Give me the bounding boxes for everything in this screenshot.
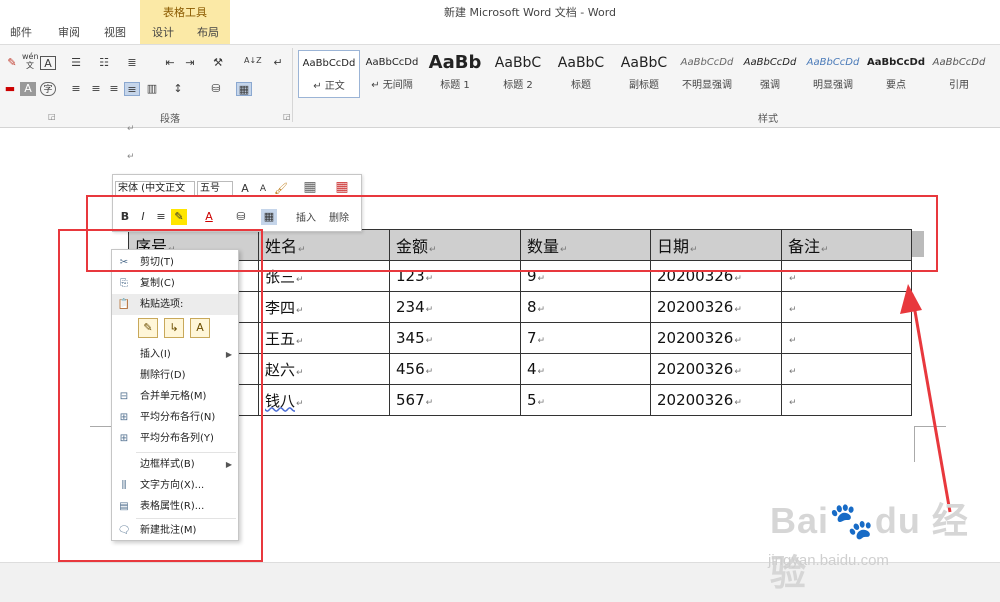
style-name: 副标题	[629, 80, 659, 91]
table-cell[interactable]: 王五↵	[258, 322, 390, 354]
distributed-icon[interactable]: ▥	[144, 82, 160, 96]
annotation-arrow	[900, 284, 952, 513]
phonetic-guide-icon[interactable]: wén 文	[22, 52, 39, 70]
style-name: 标题 2	[503, 80, 533, 91]
style-preview: AaBbC	[557, 55, 605, 71]
style-no-spacing[interactable]: AaBbCcDd ↵ 无间隔	[361, 50, 423, 98]
style-name: ↵ 无间隔	[371, 80, 413, 91]
table-cell[interactable]: 234↵	[389, 291, 521, 323]
tab-layout[interactable]: 布局	[197, 24, 219, 40]
table-cell[interactable]: 4↵	[520, 353, 651, 385]
style-preview: AaBbCcDd	[680, 57, 734, 68]
table-cell[interactable]: 20200326↵	[650, 384, 782, 416]
char-shading-icon[interactable]: A	[20, 82, 36, 96]
numbering-icon[interactable]: ☷	[96, 56, 112, 70]
style-preview: AaBbCcDd	[302, 58, 356, 69]
styles-group-label: 样式	[758, 114, 778, 125]
align-left-icon[interactable]: ≡	[68, 82, 84, 96]
table-cell[interactable]: 20200326↵	[650, 291, 782, 323]
shading-icon[interactable]: ⛁	[208, 82, 224, 96]
tab-view[interactable]: 视图	[104, 24, 126, 40]
annotation-box-menu	[58, 229, 263, 562]
style-preview: AaBbCcDd	[743, 57, 797, 68]
group-divider	[292, 48, 293, 122]
style-quote[interactable]: AaBbCcDd 引用	[928, 50, 990, 98]
style-name: 标题 1	[440, 80, 470, 91]
table-cell[interactable]: 赵六↵	[258, 353, 390, 385]
clear-format-icon[interactable]: ✎	[4, 56, 20, 70]
paragraph-mark: ↵	[127, 152, 135, 162]
style-preview: AaBb	[428, 52, 482, 73]
insert-table-icon[interactable]: ▦	[299, 179, 321, 195]
char-border-icon[interactable]: A	[40, 56, 56, 70]
delete-table-icon[interactable]: ▦	[331, 179, 353, 195]
show-marks-icon[interactable]: ↵	[270, 56, 286, 70]
style-title[interactable]: AaBbC 标题	[550, 50, 612, 98]
borders-icon[interactable]: ▦	[236, 82, 252, 96]
style-intense-emphasis[interactable]: AaBbCcDd 明显强调	[802, 50, 864, 98]
table-cell[interactable]: 567↵	[389, 384, 521, 416]
watermark-logo-text: Bai🐾du 经验	[770, 500, 969, 593]
tab-mailings[interactable]: 邮件	[10, 24, 32, 40]
style-strong[interactable]: AaBbCcDd 要点	[865, 50, 927, 98]
increase-indent-icon[interactable]: ⇥	[182, 56, 198, 70]
style-preview: AaBbC	[494, 55, 542, 71]
style-preview: AaBbCcDd	[867, 57, 925, 68]
table-cell[interactable]: 8↵	[520, 291, 651, 323]
paragraph-group-label: 段落	[160, 114, 180, 125]
multilevel-list-icon[interactable]: ≣	[124, 56, 140, 70]
style-heading-1[interactable]: AaBb 标题 1	[424, 50, 486, 98]
style-preview: AaBbCcDd	[932, 57, 986, 68]
chinese-layout-icon[interactable]: ⚒	[210, 56, 226, 70]
baidu-watermark: Bai🐾du 经验 jingyan.baidu.com	[760, 490, 990, 593]
table-cell[interactable]: 20200326↵	[650, 353, 782, 385]
arrow-head	[900, 284, 922, 314]
style-name: 要点	[886, 80, 906, 91]
table-cell[interactable]: 7↵	[520, 322, 651, 354]
paragraph-mark: ↵	[127, 124, 135, 134]
table-cell[interactable]: 456↵	[389, 353, 521, 385]
table-cell[interactable]: 李四↵	[258, 291, 390, 323]
style-preview: AaBbC	[620, 55, 668, 71]
table-cell[interactable]: 5↵	[520, 384, 651, 416]
font-color-icon[interactable]: ▬	[2, 82, 18, 96]
style-name: 不明显强调	[682, 80, 732, 91]
bullets-icon[interactable]: ☰	[68, 56, 84, 70]
style-name: 标题	[571, 80, 591, 91]
align-right-icon[interactable]: ≡	[106, 82, 122, 96]
style-name: 强调	[760, 80, 780, 91]
style-name: ↵ 正文	[313, 81, 345, 92]
document-title: 新建 Microsoft Word 文档 - Word	[443, 6, 617, 19]
font-dialog-launcher-icon[interactable]: ◲	[48, 112, 56, 121]
style-preview: AaBbCcDd	[806, 57, 860, 68]
line-spacing-icon[interactable]: ↕	[170, 82, 186, 96]
enclose-char-icon[interactable]: 字	[40, 82, 56, 96]
justify-icon[interactable]: ≡	[124, 82, 140, 96]
style-preview: AaBbCcDd	[365, 57, 419, 68]
table-cell[interactable]: 20200326↵	[650, 322, 782, 354]
sort-icon[interactable]: A↓Z	[244, 54, 262, 68]
style-normal[interactable]: AaBbCcDd ↵ 正文	[298, 50, 360, 98]
paragraph-dialog-launcher-icon[interactable]: ◲	[283, 112, 291, 121]
style-name: 明显强调	[813, 80, 853, 91]
style-name: 引用	[949, 80, 969, 91]
tab-design[interactable]: 设计	[152, 24, 174, 40]
table-tools-label: 表格工具	[163, 6, 207, 19]
style-subtle-emphasis[interactable]: AaBbCcDd 不明显强调	[676, 50, 738, 98]
table-cell[interactable]: 钱八↵	[258, 384, 390, 416]
table-cell[interactable]: 345↵	[389, 322, 521, 354]
watermark-url: jingyan.baidu.com	[768, 552, 889, 569]
align-center-icon[interactable]: ≡	[88, 82, 104, 96]
tab-review[interactable]: 审阅	[58, 24, 80, 40]
style-emphasis[interactable]: AaBbCcDd 强调	[739, 50, 801, 98]
arrow-shaft	[910, 293, 952, 513]
style-subtitle[interactable]: AaBbC 副标题	[613, 50, 675, 98]
style-heading-2[interactable]: AaBbC 标题 2	[487, 50, 549, 98]
decrease-indent-icon[interactable]: ⇤	[162, 56, 178, 70]
